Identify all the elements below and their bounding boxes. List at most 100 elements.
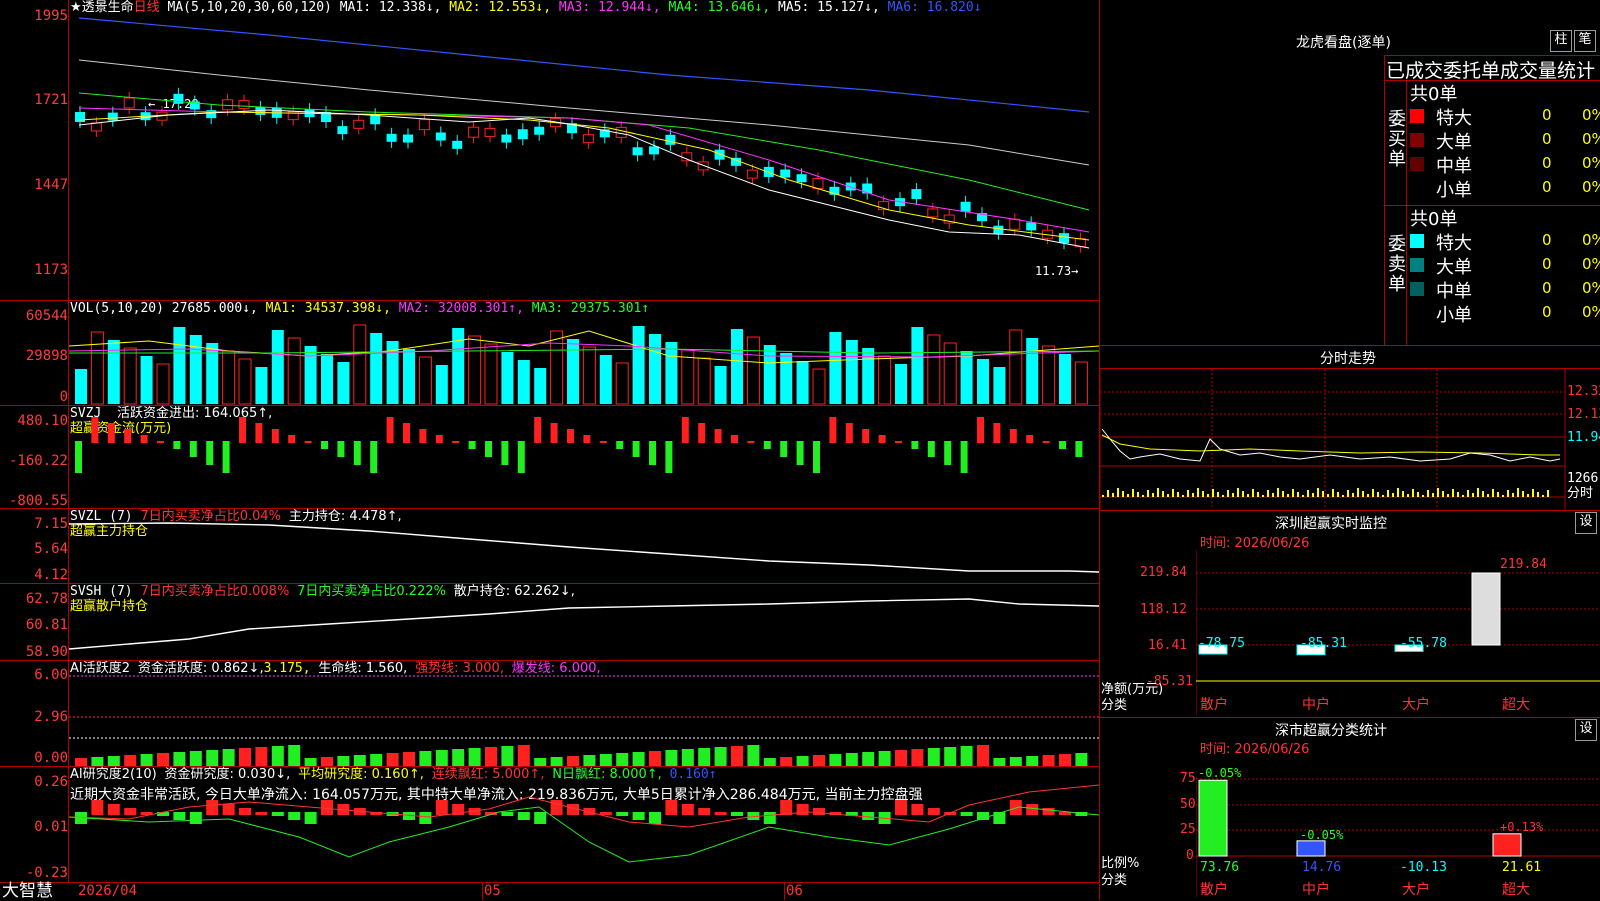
svzj-axis-1: 480.10 <box>17 413 68 429</box>
ai-research-bar <box>255 812 268 815</box>
ai-active-bar <box>813 755 825 766</box>
ai-active-bar <box>124 755 137 766</box>
volume-bar <box>418 356 432 405</box>
ai-active-bar <box>632 752 645 766</box>
intraday-volume-bar <box>1407 494 1409 497</box>
svzl-axis-1: 7.15 <box>34 516 68 532</box>
ai-research-bar <box>173 812 186 820</box>
intraday-volume-bar <box>1417 492 1419 497</box>
svsh-chart[interactable] <box>69 584 1099 660</box>
ai-active-bar <box>681 749 694 766</box>
ai-active-axis-2: 2.96 <box>34 709 68 725</box>
volume-bar <box>845 340 858 404</box>
svzj-chart[interactable] <box>69 406 1099 508</box>
svzj-bar <box>895 441 902 443</box>
svzj-bar <box>665 441 673 473</box>
ai-active-bar <box>255 747 268 766</box>
intraday-volume-bar <box>1147 490 1149 497</box>
intraday-volume-bar <box>1227 490 1229 497</box>
svzl-chart[interactable] <box>69 509 1099 583</box>
tick-view-button[interactable]: 笔 <box>1574 30 1596 52</box>
sz-class-time: 时间: 2026/06/26 <box>1200 742 1310 757</box>
ai-active-chart[interactable] <box>69 661 1099 766</box>
ai-research-bar <box>107 804 120 815</box>
intraday-volume-bar <box>1267 490 1269 497</box>
svzj-bar <box>91 417 99 443</box>
ai-research-bar <box>435 800 448 815</box>
sz-monitor-settings-button[interactable]: 设 <box>1575 512 1597 534</box>
bar-view-button[interactable]: 柱 <box>1550 30 1572 52</box>
sz-monitor-chart[interactable] <box>1196 550 1600 715</box>
volume-bar <box>337 362 350 404</box>
ai-research-bar <box>780 800 793 815</box>
svzj-bar <box>173 441 181 449</box>
date-marker-jun: 06 <box>786 883 803 899</box>
intraday-chart[interactable] <box>1100 369 1600 509</box>
volume-bar <box>173 327 186 404</box>
ai-research-chart[interactable] <box>69 767 1099 882</box>
dragon-title: 龙虎看盘(逐单) <box>1296 35 1391 51</box>
ai-research-bar <box>895 800 907 815</box>
svzj-bar <box>124 429 132 443</box>
volume-bar <box>665 342 678 404</box>
sz-bar-label-big: -55.78 <box>1400 636 1447 651</box>
svzj-bar <box>567 429 574 443</box>
svsh-axis-2: 60.81 <box>25 617 68 633</box>
intraday-volume-bar <box>1187 490 1189 497</box>
candle <box>435 132 446 141</box>
volume-bar <box>370 333 383 404</box>
ai-active-bar <box>173 752 186 766</box>
svzj-bar <box>485 441 492 457</box>
ai-active-bar <box>649 751 661 766</box>
volume-chart[interactable] <box>69 301 1099 405</box>
sz-class-settings-button[interactable]: 设 <box>1575 719 1597 741</box>
volume-bar <box>222 350 236 405</box>
candle <box>123 97 135 109</box>
intraday-volume-bar <box>1102 495 1104 497</box>
ai-active-bar <box>960 746 973 766</box>
ai-active-bar <box>977 745 989 766</box>
svzj-bar <box>632 441 640 457</box>
volume-bar <box>452 328 465 404</box>
candle <box>714 149 725 160</box>
sz-monitor-axis-3: 16.41 <box>1148 638 1188 653</box>
intraday-volume-bar <box>1287 494 1289 497</box>
main-chart-panel[interactable]: ★透景生命日线 MA(5,10,20,30,60,120) MA1: 12.33… <box>0 0 1100 900</box>
candle <box>386 133 397 142</box>
intraday-volume-bar <box>1292 489 1294 497</box>
volume-bar <box>878 355 892 405</box>
sz-monitor-yname: 净额(万元) <box>1101 682 1164 697</box>
svzj-bar <box>911 441 919 449</box>
sz-class-chart[interactable] <box>1196 777 1600 897</box>
vol-axis-3: 0 <box>59 389 68 405</box>
candle <box>582 134 594 144</box>
ai-research-bar <box>763 812 776 824</box>
candlestick-chart[interactable] <box>69 0 1099 300</box>
ai-research-bar <box>189 812 202 824</box>
intraday-volume-bar <box>1402 491 1404 497</box>
intraday-volume-bar <box>1152 493 1154 497</box>
intraday-volume-bar <box>1327 494 1329 497</box>
ai-research-bar <box>599 812 612 815</box>
ai-active-bar <box>714 747 727 766</box>
volume-bar <box>271 330 284 404</box>
ai-active-bar <box>271 746 284 766</box>
svzj-bar <box>534 417 542 443</box>
ai-research-bar <box>813 808 825 815</box>
sz-cat-super: 超大 <box>1502 697 1530 713</box>
intraday-volume-bar <box>1312 493 1314 497</box>
candle <box>796 174 807 183</box>
svzl-axis-3: 4.12 <box>34 567 68 583</box>
ai-active-bar <box>222 749 235 766</box>
ai-active-bar <box>1026 756 1039 766</box>
buy-row-m: 中单00% <box>1410 152 1600 177</box>
cls-val-super: 21.61 <box>1502 860 1542 875</box>
ai-research-bar <box>714 812 727 815</box>
ai-active-bar <box>1059 754 1071 766</box>
volume-bar <box>156 363 170 405</box>
ai-active-bar <box>583 755 596 766</box>
intraday-volume-bar <box>1337 492 1339 497</box>
svzj-bar <box>747 441 755 443</box>
ai-active-bar <box>370 754 383 766</box>
price-axis-2: 1721 <box>34 92 68 108</box>
